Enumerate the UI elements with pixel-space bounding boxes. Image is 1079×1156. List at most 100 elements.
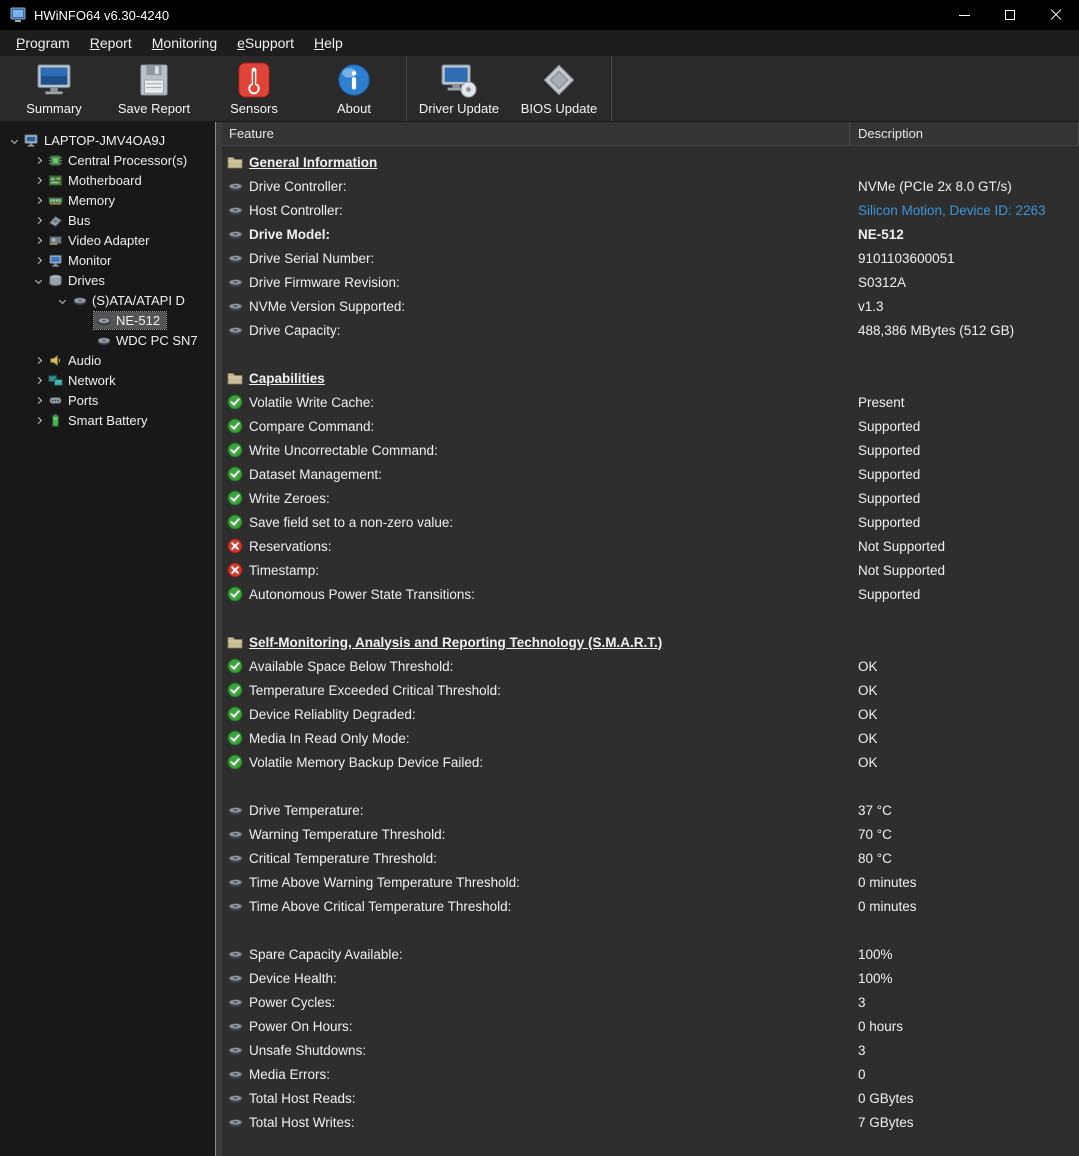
feature-row-reservations[interactable]: Reservations: Not Supported bbox=[222, 534, 1079, 558]
feature-row-save-field-set-to-a-non-zero-value[interactable]: Save field set to a non-zero value: Suppo… bbox=[222, 510, 1079, 534]
app-icon bbox=[10, 7, 26, 23]
feature-row-power-cycles[interactable]: Power Cycles: 3 bbox=[222, 990, 1079, 1014]
driver-update-button[interactable]: Driver Update bbox=[409, 56, 509, 121]
panel-splitter[interactable] bbox=[215, 122, 222, 1156]
feature-row-total-host-reads[interactable]: Total Host Reads: 0 GBytes bbox=[222, 1086, 1079, 1110]
feature-row-volatile-write-cache[interactable]: Volatile Write Cache: Present bbox=[222, 390, 1079, 414]
tree-node: Drives bbox=[46, 272, 111, 289]
menu-item-help[interactable]: Help bbox=[304, 32, 353, 54]
feature-row-compare-command[interactable]: Compare Command: Supported bbox=[222, 414, 1079, 438]
menu-item-esupport[interactable]: eSupport bbox=[227, 32, 304, 54]
tree-item-memory[interactable]: Memory bbox=[0, 190, 215, 210]
drive-icon bbox=[227, 250, 243, 266]
tree-item-wdc-pc-sn7[interactable]: WDC PC SN7 bbox=[0, 330, 215, 350]
feature-row-drive-firmware-revision[interactable]: Drive Firmware Revision: S0312A bbox=[222, 270, 1079, 294]
feature-label: Write Zeroes: bbox=[249, 490, 330, 506]
menu-item-report[interactable]: Report bbox=[80, 32, 142, 54]
expand-arrow-icon[interactable] bbox=[30, 176, 46, 184]
feature-label: Device Reliablity Degraded: bbox=[249, 706, 416, 722]
tree-item-monitor[interactable]: Monitor bbox=[0, 250, 215, 270]
feature-row-power-on-hours[interactable]: Power On Hours: 0 hours bbox=[222, 1014, 1079, 1038]
description-value: Present bbox=[858, 394, 905, 410]
feature-row-write-zeroes[interactable]: Write Zeroes: Supported bbox=[222, 486, 1079, 510]
tree-item-network[interactable]: Network bbox=[0, 370, 215, 390]
close-button[interactable] bbox=[1033, 0, 1079, 30]
section-row-capabilities[interactable]: Capabilities bbox=[222, 366, 1079, 390]
tree-item-laptop-jmv4oa9j[interactable]: LAPTOP-JMV4OA9J bbox=[0, 130, 215, 150]
feature-row-time-above-critical-temperature-threshold[interactable]: Time Above Critical Temperature Threshol… bbox=[222, 894, 1079, 918]
description-value: 9101103600051 bbox=[858, 250, 955, 266]
tree-item-label: NE-512 bbox=[116, 312, 161, 328]
collapse-arrow-icon[interactable] bbox=[54, 296, 70, 304]
tree-item-bus[interactable]: Bus bbox=[0, 210, 215, 230]
feature-row-host-controller[interactable]: Host Controller: Silicon Motion, Device I… bbox=[222, 198, 1079, 222]
tree-item-label: Video Adapter bbox=[68, 232, 150, 248]
about-icon bbox=[334, 61, 374, 99]
feature-row-unsafe-shutdowns[interactable]: Unsafe Shutdowns: 3 bbox=[222, 1038, 1079, 1062]
bios-update-button[interactable]: BIOS Update bbox=[509, 56, 609, 121]
feature-row-volatile-memory-backup-device-failed[interactable]: Volatile Memory Backup Device Failed: OK bbox=[222, 750, 1079, 774]
cross-icon bbox=[227, 538, 243, 554]
tree-item-central-processor-s[interactable]: Central Processor(s) bbox=[0, 150, 215, 170]
feature-row-media-in-read-only-mode[interactable]: Media In Read Only Mode: OK bbox=[222, 726, 1079, 750]
menu-item-program[interactable]: Program bbox=[6, 32, 80, 54]
tree-item-s-ata-atapi-d[interactable]: (S)ATA/ATAPI D bbox=[0, 290, 215, 310]
collapse-arrow-icon[interactable] bbox=[6, 136, 22, 144]
tree-item-motherboard[interactable]: Motherboard bbox=[0, 170, 215, 190]
feature-row-media-errors[interactable]: Media Errors: 0 bbox=[222, 1062, 1079, 1086]
feature-row-spare-capacity-available[interactable]: Spare Capacity Available: 100% bbox=[222, 942, 1079, 966]
tree-item-video-adapter[interactable]: Video Adapter bbox=[0, 230, 215, 250]
feature-row-warning-temperature-threshold[interactable]: Warning Temperature Threshold: 70 °C bbox=[222, 822, 1079, 846]
tree-item-drives[interactable]: Drives bbox=[0, 270, 215, 290]
description-value: 80 °C bbox=[858, 850, 892, 866]
expand-arrow-icon[interactable] bbox=[30, 356, 46, 364]
summary-button[interactable]: Summary bbox=[4, 56, 104, 121]
description-value: Supported bbox=[858, 514, 921, 530]
tree-item-smart-battery[interactable]: Smart Battery bbox=[0, 410, 215, 430]
section-row-self-monitoring-analysis-and-reporting-technology-s-m-a-r-t[interactable]: Self-Monitoring, Analysis and Reporting … bbox=[222, 630, 1079, 654]
column-header-description[interactable]: Description bbox=[850, 122, 1079, 145]
expand-arrow-icon[interactable] bbox=[30, 236, 46, 244]
expand-arrow-icon[interactable] bbox=[30, 196, 46, 204]
section-row-general-information[interactable]: General Information bbox=[222, 150, 1079, 174]
tree-item-audio[interactable]: Audio bbox=[0, 350, 215, 370]
feature-row-temperature-exceeded-critical-threshold[interactable]: Temperature Exceeded Critical Threshold:… bbox=[222, 678, 1079, 702]
expand-arrow-icon[interactable] bbox=[30, 396, 46, 404]
feature-row-time-above-warning-temperature-threshold[interactable]: Time Above Warning Temperature Threshold… bbox=[222, 870, 1079, 894]
feature-row-critical-temperature-threshold[interactable]: Critical Temperature Threshold: 80 °C bbox=[222, 846, 1079, 870]
feature-row-total-host-writes[interactable]: Total Host Writes: 7 GBytes bbox=[222, 1110, 1079, 1134]
feature-row-autonomous-power-state-transitions[interactable]: Autonomous Power State Transitions: Suppo… bbox=[222, 582, 1079, 606]
feature-row-device-health[interactable]: Device Health: 100% bbox=[222, 966, 1079, 990]
feature-row-drive-serial-number[interactable]: Drive Serial Number: 9101103600051 bbox=[222, 246, 1079, 270]
expand-arrow-icon[interactable] bbox=[30, 156, 46, 164]
expand-arrow-icon[interactable] bbox=[30, 376, 46, 384]
sensors-icon bbox=[234, 61, 274, 99]
collapse-arrow-icon[interactable] bbox=[30, 276, 46, 284]
tree-item-ports[interactable]: Ports bbox=[0, 390, 215, 410]
expand-arrow-icon[interactable] bbox=[30, 416, 46, 424]
feature-row-drive-model[interactable]: Drive Model: NE-512 bbox=[222, 222, 1079, 246]
sensors-button[interactable]: Sensors bbox=[204, 56, 304, 121]
save-report-button[interactable]: Save Report bbox=[104, 56, 204, 121]
feature-row-drive-capacity[interactable]: Drive Capacity: 488,386 MBytes (512 GB) bbox=[222, 318, 1079, 342]
feature-row-device-reliablity-degraded[interactable]: Device Reliablity Degraded: OK bbox=[222, 702, 1079, 726]
drive-icon bbox=[227, 1090, 243, 1106]
expand-arrow-icon[interactable] bbox=[30, 216, 46, 224]
minimize-button[interactable] bbox=[941, 0, 987, 30]
feature-row-available-space-below-threshold[interactable]: Available Space Below Threshold: OK bbox=[222, 654, 1079, 678]
tree-item-ne-512[interactable]: NE-512 bbox=[0, 310, 215, 330]
column-header-feature[interactable]: Feature bbox=[222, 122, 850, 145]
about-button[interactable]: About bbox=[304, 56, 404, 121]
expand-arrow-icon[interactable] bbox=[30, 256, 46, 264]
feature-label: Power On Hours: bbox=[249, 1018, 353, 1034]
row-spacer bbox=[222, 342, 1079, 366]
feature-row-drive-temperature[interactable]: Drive Temperature: 37 °C bbox=[222, 798, 1079, 822]
menu-item-monitoring[interactable]: Monitoring bbox=[142, 32, 227, 54]
feature-cell: General Information bbox=[222, 154, 850, 170]
maximize-button[interactable] bbox=[987, 0, 1033, 30]
feature-row-nvme-version-supported[interactable]: NVMe Version Supported: v1.3 bbox=[222, 294, 1079, 318]
feature-row-write-uncorrectable-command[interactable]: Write Uncorrectable Command: Supported bbox=[222, 438, 1079, 462]
feature-row-drive-controller[interactable]: Drive Controller: NVMe (PCIe 2x 8.0 GT/s) bbox=[222, 174, 1079, 198]
feature-row-dataset-management[interactable]: Dataset Management: Supported bbox=[222, 462, 1079, 486]
feature-row-timestamp[interactable]: Timestamp: Not Supported bbox=[222, 558, 1079, 582]
